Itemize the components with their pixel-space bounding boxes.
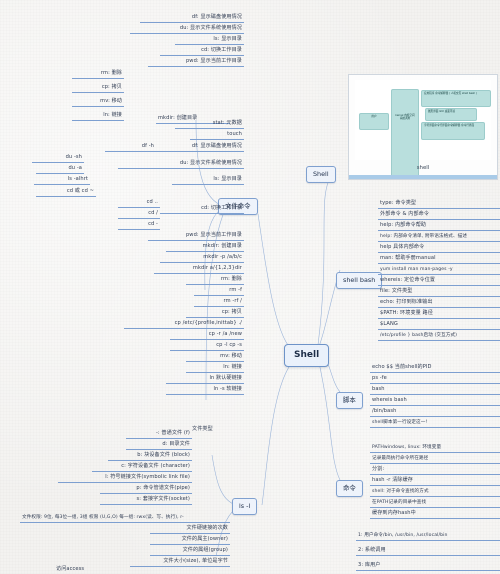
diagram-box-gui: 图形界面 GUI 桌面环境: [425, 108, 477, 121]
leaf-du-desc: du: 显示文件系统使用情况: [118, 160, 244, 169]
shell-diagram-canvas: 用户 kernel 内核空间 系统调用 应用程序 命令解释器 ( 人机交互 sh…: [355, 80, 491, 178]
shell-diagram-caption: shell: [416, 165, 430, 171]
leaf-echo-pid: echo $$ 当前shell的PID: [370, 364, 500, 373]
leaf-help-list: help: 内部命令清单, 附带语法格式、描述: [378, 233, 500, 242]
leaf-filetype-socket: s: 套接字文件(socket): [100, 496, 192, 505]
leaf-stat: stat: 元数据: [175, 120, 244, 129]
leaf-ln-hard: ln 默认硬链接: [166, 375, 244, 384]
leaf-bash: bash: [370, 386, 500, 395]
leaf-cp: cp: 拷贝: [72, 84, 124, 93]
leaf-group: 文件的属组(group): [150, 547, 230, 556]
leaf-size: 文件大小(size), 单位是字节: [130, 558, 230, 567]
leaf-cd-prev: cd -: [118, 221, 160, 230]
leaf-filetype-pipe: p: 命令管道文件(pipe): [100, 485, 192, 494]
leaf-cp-brace: cp /etc/{profile,inittab} ./: [124, 320, 244, 329]
leaf-permissions: 文件权限: 9位, 每3位一组, 3组 权限 (U,G,O) 每一组: rwx(…: [20, 514, 230, 523]
leaf-man-section-3: 3: 库用户: [356, 562, 500, 571]
leaf-cp-ls: cp -l cp -s: [170, 342, 244, 351]
shell-diagram-image[interactable]: 用户 kernel 内核空间 系统调用 应用程序 命令解释器 ( 人机交互 sh…: [348, 74, 498, 180]
leaf-rm-f: rm -f: [194, 287, 244, 296]
leaf-df: df: 显示磁盘使用情况: [140, 14, 244, 23]
diagram-box-cli: 字符界面命令行界面命令解释器 命令行界面: [421, 122, 485, 140]
leaf-path-var: $PATH: 环境变量 路径: [378, 310, 500, 319]
branch-command[interactable]: 命令: [336, 480, 363, 497]
leaf-rm-rf: rm -rf /: [194, 298, 244, 307]
leaf-shell-lookup: shell: 对于命令查找的方式: [370, 488, 500, 497]
leaf-search-path: 在PATH记录的目录中查找: [370, 499, 500, 508]
leaf-separator: 分割:: [370, 466, 500, 475]
leaf-hardlink-count: 文件硬链接的次数: [150, 525, 230, 534]
label-file-type: 文件类型: [192, 426, 213, 432]
leaf-mkdir-brace: mkdir a/{1,2,3}dir: [154, 265, 244, 274]
leaf-lang-var: $LANG: [378, 321, 500, 330]
leaf-cd-root: cd /: [118, 210, 160, 219]
leaf-man-section-2: 2: 系统调用: [356, 547, 500, 556]
shell-diagram-bottom-bar: [349, 175, 497, 179]
leaf-hash-r: hash -r 清除缓存: [370, 477, 500, 486]
leaf-shebang: shell脚本第一行设定这一!: [370, 419, 500, 428]
leaf-touch: touch: [190, 131, 244, 140]
leaf-ln-soft: ln -s 软链接: [166, 386, 244, 395]
diagram-box-user: 用户: [359, 113, 389, 130]
leaf-ls-desc: ls: 显示目录: [172, 176, 244, 185]
leaf-ln: ln: 链接: [72, 112, 124, 121]
leaf-mkdir-desc: mkdir: 创建目录: [166, 243, 244, 252]
leaf-mkdir-p: mkdir -p /a/b/c: [160, 254, 244, 263]
leaf-owner: 文件的属主(owner): [150, 536, 230, 545]
leaf-ps-fe: ps -fe: [370, 375, 500, 384]
diagram-box-shell: 应用程序 命令解释器 ( 人机交互 shell bash ): [421, 90, 491, 107]
leaf-filetype-regular: -: 普通文件 (f): [126, 430, 192, 439]
leaf-rm: rm: 删除: [72, 70, 124, 79]
leaf-du: du: 显示文件系统使用情况: [130, 25, 244, 34]
leaf-cd-desc: cd: 切换工作目录: [160, 205, 244, 214]
branch-script[interactable]: 脚本: [336, 392, 363, 409]
leaf-yum-install-man: yum install man man-pages -y: [378, 266, 500, 275]
leaf-man-section-1: 1: 用户命令/bin, /usr/bin, /usr/local/bin: [356, 532, 500, 541]
leaf-rm-desc: rm: 删除: [186, 276, 244, 285]
branch-ls-l[interactable]: ls -l: [232, 498, 258, 515]
leaf-mv: mv: 移动: [72, 98, 124, 107]
leaf-path-env: PATHwindows, linux: 环境变量: [370, 444, 500, 453]
leaf-ls-alhrt: ls -alhrt: [34, 176, 90, 185]
leaf-ln-desc: ln: 链接: [186, 364, 244, 373]
leaf-filetype-dir: d: 目录文件: [126, 441, 192, 450]
leaf-etc-profile: /etc/profile } bash启动 (交互方式): [378, 332, 500, 341]
leaf-cd-up: cd ..: [118, 199, 160, 208]
leaf-bin-bash: /bin/bash: [370, 408, 500, 417]
root-node[interactable]: Shell: [284, 344, 330, 367]
leaf-cd-home: cd 或 cd ~: [36, 188, 96, 197]
leaf-man: man: 帮助手册manual: [378, 255, 500, 264]
leaf-mv-desc: mv: 移动: [186, 353, 244, 362]
leaf-internal-external: 外部命令 & 内部命令: [378, 211, 500, 220]
leaf-df-desc: df: 显示磁盘使用情况: [138, 143, 244, 152]
branch-shell-picture[interactable]: Shell: [306, 166, 336, 183]
leaf-pwd: pwd: 显示当前工作目录: [148, 58, 244, 67]
leaf-cp-desc: cp: 拷贝: [186, 309, 244, 318]
leaf-ls: ls: 显示目录: [175, 36, 244, 45]
branch-shell-bash[interactable]: shell bash: [336, 272, 383, 289]
leaf-record-path: 记录最简执行命令所在路径: [370, 455, 500, 464]
leaf-filetype-char: c: 字符设备文件 (character): [92, 463, 192, 472]
leaf-help-internal: help: 内部命令帮助: [378, 222, 500, 231]
leaf-echo: echo: 打印到标准输出: [378, 299, 500, 308]
leaf-du-sh: du -sh: [32, 154, 84, 163]
leaf-cp-r: cp -r /a /new: [170, 331, 244, 340]
leaf-access: 访问access: [56, 566, 85, 572]
leaf-filetype-block: b: 块设备文件 (block): [108, 452, 192, 461]
leaf-du-a: du -a: [36, 165, 84, 174]
leaf-filetype-link: l: 符号链接文件(symbolic link file): [58, 474, 192, 483]
leaf-cd: cd: 切换工作目录: [160, 47, 244, 56]
leaf-help-specific: help 具体内部命令: [378, 244, 500, 253]
leaf-file-cmd: file: 文件类型: [378, 288, 500, 297]
leaf-type: type: 命令类型: [378, 200, 500, 209]
leaf-hash-cache: 缓存到内存hash中: [370, 510, 500, 519]
leaf-pwd-desc: pwd: 显示当前工作目录: [148, 232, 244, 241]
leaf-whereis-bash: whereis bash: [370, 397, 500, 406]
leaf-whereis: whereis: 定位命令位置: [378, 277, 500, 286]
